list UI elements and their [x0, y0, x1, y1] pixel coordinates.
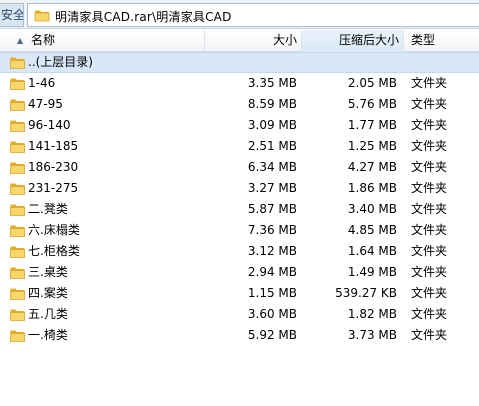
folder-type: 文件夹 [411, 265, 448, 279]
folder-size: 2.94 MB [247, 265, 297, 279]
folder-name: 96-140 [28, 118, 71, 132]
folder-packed-size: 3.73 MB [347, 328, 397, 342]
path-text: 明清家具CAD.rar\明清家具CAD [55, 10, 232, 24]
column-header-name[interactable]: ▲ 名称 [0, 30, 205, 52]
folder-packed-size: 3.40 MB [347, 202, 397, 216]
column-header-packed-size[interactable]: 压缩后大小 [302, 30, 404, 52]
security-label: 安全 [1, 8, 24, 22]
folder-row[interactable]: 五.几类 3.60 MB 1.82 MB 文件夹 [0, 304, 479, 325]
folder-type: 文件夹 [411, 118, 448, 132]
folder-size: 3.35 MB [247, 76, 297, 90]
folder-name: 一.椅类 [28, 328, 68, 342]
folder-size: 2.51 MB [247, 139, 297, 153]
folder-icon [10, 288, 25, 300]
folder-type: 文件夹 [411, 307, 448, 321]
folder-icon [10, 204, 25, 216]
folder-size: 3.09 MB [247, 118, 297, 132]
folder-size: 3.27 MB [247, 181, 297, 195]
folder-size: 3.12 MB [247, 244, 297, 258]
sort-arrow-up-icon: ▲ [17, 36, 24, 45]
folder-row[interactable]: 96-140 3.09 MB 1.77 MB 文件夹 [0, 115, 479, 136]
folder-name: 186-230 [28, 160, 79, 174]
folder-name: 231-275 [28, 181, 79, 195]
folder-packed-size: 2.05 MB [347, 76, 397, 90]
folder-packed-size: 1.77 MB [347, 118, 397, 132]
folder-type: 文件夹 [411, 244, 448, 258]
folder-row[interactable]: 231-275 3.27 MB 1.86 MB 文件夹 [0, 178, 479, 199]
folder-row[interactable]: 三.桌类 2.94 MB 1.49 MB 文件夹 [0, 262, 479, 283]
folder-row[interactable]: 六.床榻类 7.36 MB 4.85 MB 文件夹 [0, 220, 479, 241]
column-header-size[interactable]: 大小 [205, 30, 302, 52]
folder-icon [10, 78, 25, 90]
folder-packed-size: 1.64 MB [347, 244, 397, 258]
folder-type: 文件夹 [411, 223, 448, 237]
folder-icon [10, 120, 25, 132]
folder-icon [10, 162, 25, 174]
folder-name: 1-46 [28, 76, 56, 90]
folder-icon [10, 267, 25, 279]
folder-type: 文件夹 [411, 202, 448, 216]
column-header: ▲ 名称 大小 压缩后大小 类型 [0, 30, 479, 52]
folder-row[interactable]: 141-185 2.51 MB 1.25 MB 文件夹 [0, 136, 479, 157]
folder-name: 141-185 [28, 139, 79, 153]
folder-icon [10, 309, 25, 321]
folder-type: 文件夹 [411, 139, 448, 153]
folder-type: 文件夹 [411, 328, 448, 342]
folder-size: 8.59 MB [247, 97, 297, 111]
folder-size: 7.36 MB [247, 223, 297, 237]
folder-icon [10, 225, 25, 237]
folder-name: 47-95 [28, 97, 63, 111]
folder-row[interactable]: 一.椅类 5.92 MB 3.73 MB 文件夹 [0, 325, 479, 346]
folder-icon [10, 330, 25, 342]
folder-size: 1.15 MB [247, 286, 297, 300]
folder-name: 三.桌类 [28, 265, 68, 279]
folder-row[interactable]: 186-230 6.34 MB 4.27 MB 文件夹 [0, 157, 479, 178]
folder-icon [10, 183, 25, 195]
folder-packed-size: 1.86 MB [347, 181, 397, 195]
folder-icon [10, 141, 25, 153]
folder-name: 七.柜格类 [28, 244, 80, 258]
file-list: ..(上层目录) 1-46 3.35 MB 2.05 MB 文件夹 47-95 … [0, 52, 479, 346]
folder-type: 文件夹 [411, 160, 448, 174]
folder-icon [10, 57, 25, 69]
folder-row[interactable]: 1-46 3.35 MB 2.05 MB 文件夹 [0, 73, 479, 94]
parent-directory-label: ..(上层目录) [28, 55, 93, 69]
folder-row[interactable]: 47-95 8.59 MB 5.76 MB 文件夹 [0, 94, 479, 115]
folder-name: 五.几类 [28, 307, 68, 321]
folder-packed-size: 4.27 MB [347, 160, 397, 174]
security-tab[interactable]: 安全 [0, 3, 24, 27]
folder-type: 文件夹 [411, 76, 448, 90]
folder-row[interactable]: 七.柜格类 3.12 MB 1.64 MB 文件夹 [0, 241, 479, 262]
folder-name: 四.案类 [28, 286, 68, 300]
path-field[interactable]: 明清家具CAD.rar\明清家具CAD [27, 3, 479, 27]
folder-packed-size: 1.25 MB [347, 139, 397, 153]
folder-row[interactable]: 二.凳类 5.87 MB 3.40 MB 文件夹 [0, 199, 479, 220]
address-bar: 安全 明清家具CAD.rar\明清家具CAD [0, 0, 479, 29]
folder-icon [34, 10, 50, 22]
folder-type: 文件夹 [411, 181, 448, 195]
folder-size: 5.87 MB [247, 202, 297, 216]
folder-packed-size: 1.49 MB [347, 265, 397, 279]
folder-type: 文件夹 [411, 286, 448, 300]
folder-packed-size: 5.76 MB [347, 97, 397, 111]
folder-packed-size: 4.85 MB [347, 223, 397, 237]
folder-row[interactable]: 四.案类 1.15 MB 539.27 KB 文件夹 [0, 283, 479, 304]
folder-packed-size: 539.27 KB [335, 286, 397, 300]
folder-packed-size: 1.82 MB [347, 307, 397, 321]
parent-directory-row[interactable]: ..(上层目录) [0, 52, 479, 73]
folder-name: 六.床榻类 [28, 223, 80, 237]
folder-name: 二.凳类 [28, 202, 68, 216]
folder-icon [10, 99, 25, 111]
column-header-type[interactable]: 类型 [404, 30, 479, 52]
folder-size: 3.60 MB [247, 307, 297, 321]
folder-size: 5.92 MB [247, 328, 297, 342]
folder-type: 文件夹 [411, 97, 448, 111]
folder-size: 6.34 MB [247, 160, 297, 174]
folder-icon [10, 246, 25, 258]
